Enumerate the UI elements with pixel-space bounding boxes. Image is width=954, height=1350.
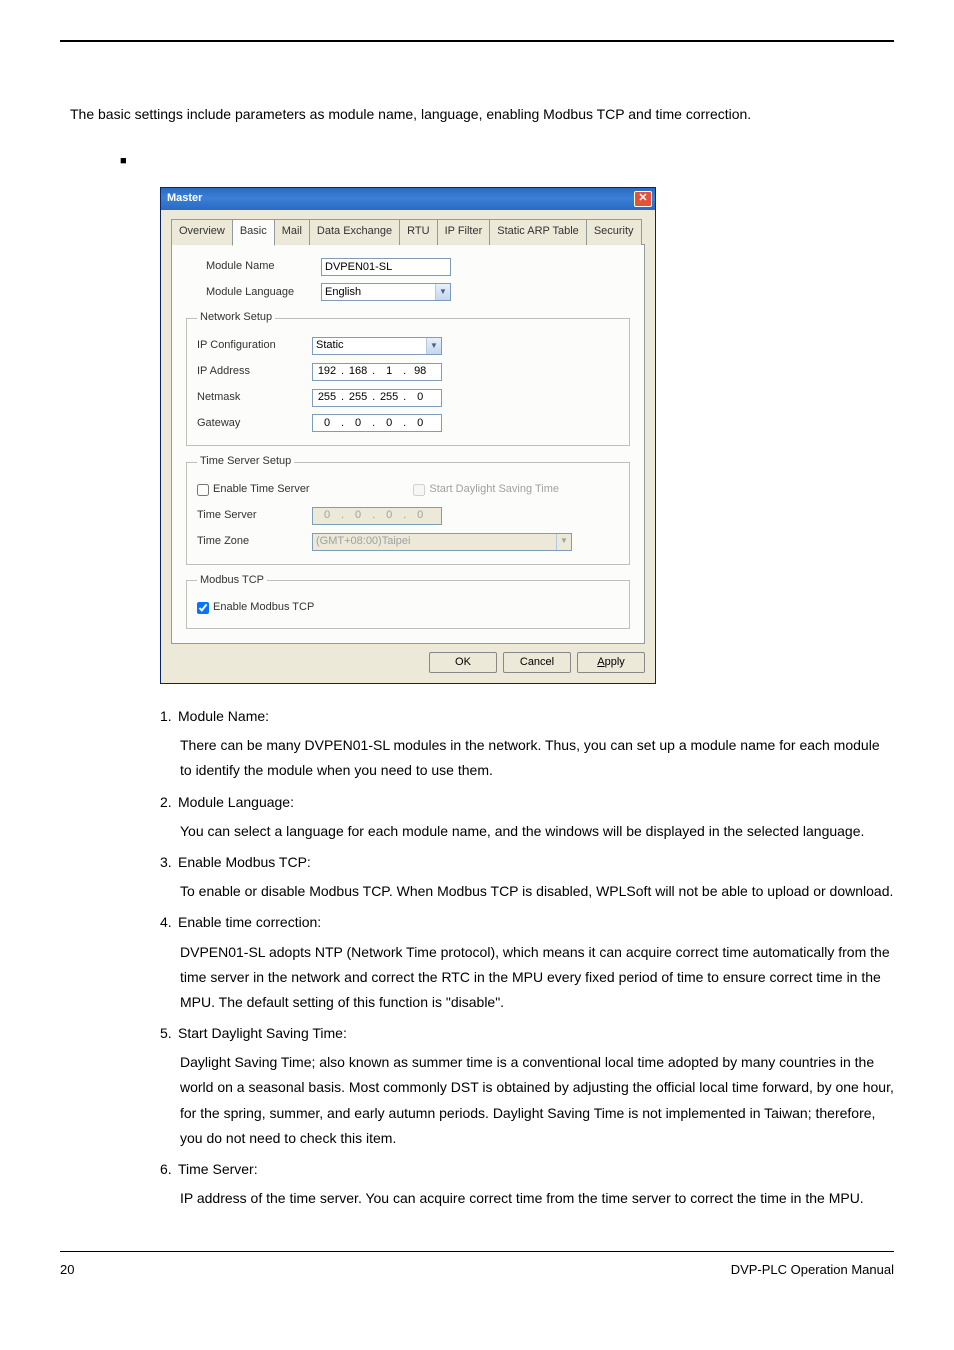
page-footer: 20 DVP-PLC Operation Manual	[60, 1251, 894, 1281]
gateway-label: Gateway	[197, 414, 312, 434]
start-dst-checkbox: Start Daylight Saving Time	[413, 480, 559, 500]
chevron-down-icon: ▼	[435, 284, 450, 300]
manual-title: DVP-PLC Operation Manual	[731, 1258, 894, 1281]
enable-modbus-checkbox[interactable]: Enable Modbus TCP	[197, 598, 314, 618]
ip-config-dropdown[interactable]: Static ▼	[312, 337, 442, 355]
time-server-legend: Time Server Setup	[197, 452, 294, 472]
time-server-input: 0. 0. 0. 0	[312, 507, 442, 525]
close-icon[interactable]: ✕	[634, 191, 652, 207]
tab-rtu[interactable]: RTU	[399, 219, 437, 245]
master-dialog: Master ✕ Overview Basic Mail Data Exchan…	[160, 187, 656, 684]
tab-mail[interactable]: Mail	[274, 219, 310, 245]
list-item: 5.Start Daylight Saving Time: Daylight S…	[160, 1021, 894, 1151]
tab-static-arp[interactable]: Static ARP Table	[489, 219, 587, 245]
module-lang-label: Module Language	[206, 283, 321, 303]
netmask-input[interactable]: 255. 255. 255. 0	[312, 389, 442, 407]
list-item: 2.Module Language: You can select a lang…	[160, 790, 894, 844]
ok-button[interactable]: OK	[429, 652, 497, 673]
modbus-tcp-group: Modbus TCP Enable Modbus TCP	[186, 571, 630, 629]
time-zone-label: Time Zone	[197, 532, 312, 552]
enable-time-server-checkbox[interactable]: Enable Time Server	[197, 480, 310, 500]
tab-overview[interactable]: Overview	[171, 219, 233, 245]
description-list: 1.Module Name: There can be many DVPEN01…	[160, 704, 894, 1211]
tab-basic[interactable]: Basic	[232, 219, 275, 246]
titlebar: Master ✕	[161, 188, 655, 210]
module-name-label: Module Name	[206, 257, 321, 277]
tab-data-exchange[interactable]: Data Exchange	[309, 219, 400, 245]
ip-address-label: IP Address	[197, 362, 312, 382]
time-server-group: Time Server Setup Enable Time Server Sta…	[186, 452, 630, 564]
apply-button[interactable]: Apply	[577, 652, 645, 673]
ip-address-input[interactable]: 192. 168. 1. 98	[312, 363, 442, 381]
tab-security[interactable]: Security	[586, 219, 642, 245]
list-item: 4.Enable time correction: DVPEN01-SL ado…	[160, 910, 894, 1015]
tab-strip: Overview Basic Mail Data Exchange RTU IP…	[171, 219, 645, 245]
tab-panel-basic: Module Name Module Language English ▼ Ne…	[171, 244, 645, 644]
tab-ip-filter[interactable]: IP Filter	[437, 219, 491, 245]
ip-config-label: IP Configuration	[197, 336, 312, 356]
intro-paragraph: The basic settings include parameters as…	[70, 102, 894, 127]
dialog-title: Master	[167, 189, 634, 209]
network-setup-group: Network Setup IP Configuration Static ▼ …	[186, 308, 630, 446]
module-lang-dropdown[interactable]: English ▼	[321, 283, 451, 301]
list-item: 6.Time Server: IP address of the time se…	[160, 1157, 894, 1211]
bullet-square: ■	[120, 152, 894, 172]
page-number: 20	[60, 1258, 74, 1281]
time-zone-value: (GMT+08:00)Taipei	[316, 532, 556, 552]
module-lang-value: English	[325, 283, 435, 303]
network-setup-legend: Network Setup	[197, 308, 275, 328]
gateway-input[interactable]: 0. 0. 0. 0	[312, 414, 442, 432]
chevron-down-icon: ▼	[426, 338, 441, 354]
netmask-label: Netmask	[197, 388, 312, 408]
time-server-label: Time Server	[197, 506, 312, 526]
module-name-input[interactable]	[321, 258, 451, 276]
ip-config-value: Static	[316, 336, 426, 356]
time-zone-dropdown: (GMT+08:00)Taipei ▼	[312, 533, 572, 551]
chevron-down-icon: ▼	[556, 534, 571, 550]
cancel-button[interactable]: Cancel	[503, 652, 571, 673]
list-item: 3.Enable Modbus TCP: To enable or disabl…	[160, 850, 894, 904]
modbus-tcp-legend: Modbus TCP	[197, 571, 267, 591]
list-item: 1.Module Name: There can be many DVPEN01…	[160, 704, 894, 784]
